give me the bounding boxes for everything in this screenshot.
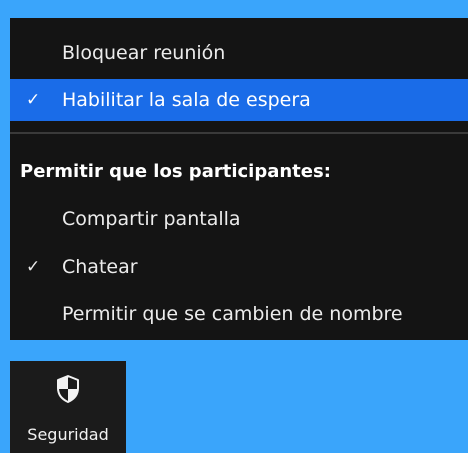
participants-permissions-heading: Permitir que los participantes: — [20, 161, 331, 182]
menu-item-label: Chatear — [62, 256, 138, 278]
menu-item-enable-waiting-room[interactable]: ✓ Habilitar la sala de espera — [10, 79, 468, 121]
menu-item-label: Compartir pantalla — [62, 208, 241, 230]
menu-item-rename-themselves[interactable]: Permitir que se cambien de nombre — [10, 293, 468, 335]
checkmark-icon: ✓ — [26, 90, 41, 110]
security-menu: Bloquear reunión ✓ Habilitar la sala de … — [10, 18, 468, 340]
menu-item-label: Habilitar la sala de espera — [62, 89, 311, 111]
menu-item-label: Bloquear reunión — [62, 42, 226, 64]
security-button-label: Seguridad — [27, 425, 109, 444]
security-button[interactable]: Seguridad — [10, 361, 126, 453]
menu-item-lock-meeting[interactable]: Bloquear reunión — [10, 32, 468, 74]
menu-item-label: Permitir que se cambien de nombre — [62, 303, 403, 325]
shield-icon — [57, 375, 79, 403]
menu-item-share-screen[interactable]: Compartir pantalla — [10, 198, 468, 240]
menu-divider — [10, 132, 468, 134]
checkmark-icon: ✓ — [26, 257, 41, 277]
menu-item-chat[interactable]: ✓ Chatear — [10, 246, 468, 288]
